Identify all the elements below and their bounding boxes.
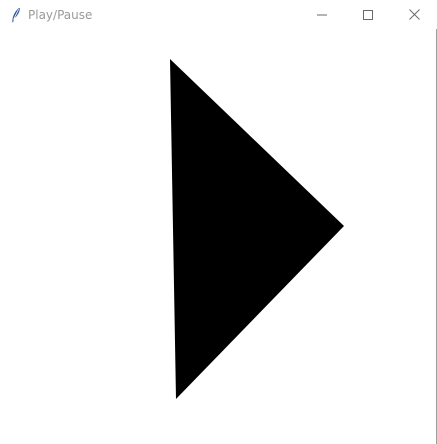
app-window: Play/Pause bbox=[0, 0, 437, 444]
window-title: Play/Pause bbox=[28, 7, 93, 22]
close-icon bbox=[408, 5, 420, 24]
minimize-button[interactable] bbox=[299, 0, 345, 29]
title-bar[interactable]: Play/Pause bbox=[0, 0, 437, 29]
canvas-area[interactable] bbox=[0, 29, 436, 444]
close-button[interactable] bbox=[391, 0, 437, 29]
window-controls bbox=[299, 0, 437, 29]
maximize-button[interactable] bbox=[345, 0, 391, 29]
play-icon[interactable] bbox=[170, 59, 344, 399]
feather-icon bbox=[8, 7, 24, 23]
play-pause-canvas[interactable] bbox=[0, 29, 436, 444]
maximize-icon bbox=[363, 5, 373, 24]
minimize-icon bbox=[317, 5, 327, 24]
